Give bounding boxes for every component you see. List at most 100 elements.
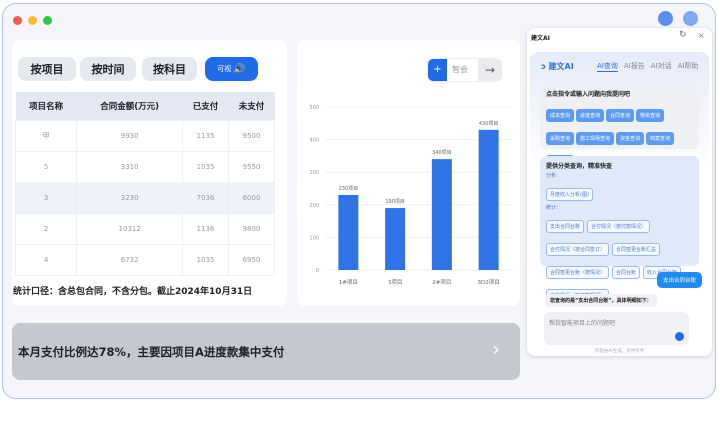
voice-icon: 🔊 (233, 63, 246, 75)
query-chip[interactable]: 月度收入分析(图) (546, 188, 593, 201)
table-cell: 9550 (228, 150, 275, 183)
query-chip[interactable]: 合同签更台账（按情况） (546, 266, 610, 279)
minimize-dot[interactable] (28, 16, 37, 25)
by-project-button[interactable]: 按项目 (18, 57, 76, 81)
question-input[interactable]: 帮我智能项目上的问题吧 (544, 312, 689, 345)
insight-banner[interactable]: 本月支付比例达78%，主要因项目A进度款集中支付 › (12, 323, 520, 380)
close-icon[interactable]: × (698, 31, 705, 40)
ai-footer: 内容由AI生成，仅供参考 (594, 349, 645, 354)
table-row[interactable]: 3 3230 7036 6000 (14, 181, 275, 214)
user-message: 支出合同台账 (656, 272, 702, 288)
stats-label: 统计： (546, 205, 562, 211)
table-cell: 3230 (76, 181, 184, 214)
table-cell: 10312 (76, 212, 184, 245)
chart-toolbar: + 智会 → (428, 59, 502, 81)
category-box: 提供分类查询，精准快查 分析： 月度收入分析(图) 统计： 支出合同台账 合付情况… (540, 156, 699, 302)
query-chip[interactable]: 合同台账 (612, 266, 641, 279)
bar (385, 208, 406, 270)
col-header: 项目名称 (15, 92, 77, 120)
close-dot[interactable] (13, 16, 22, 25)
ai-reply: 您查询的是“支出合同台账”，具体明细如下： (545, 294, 657, 307)
avatar[interactable] (683, 11, 698, 26)
menu-icon[interactable] (658, 11, 673, 26)
query-chip[interactable]: 支出合同台账 (546, 220, 585, 233)
query-chip[interactable]: 合同查询 (606, 109, 635, 122)
data-label: 230项目 (339, 186, 359, 192)
category-box-title: 提供分类查询，精准快查 (546, 163, 613, 170)
y-tick-label: 400 (309, 138, 319, 144)
query-chip[interactable]: 成本查询 (546, 109, 575, 122)
x-tick-label: 2#项目 (432, 279, 451, 286)
query-chip[interactable]: 合付情况（按付款情况） (587, 220, 651, 233)
query-chip[interactable]: 进度查询 (576, 109, 605, 122)
table-cell: 9930 (76, 119, 184, 152)
ai-panel: 建文AI ↻ × ↄ 建文AI AI查询 AI报告 AI对话 AI帮助 点击指令… (527, 28, 712, 356)
by-subject-button[interactable]: 按科目 (142, 57, 197, 81)
y-tick-label: 300 (309, 170, 319, 176)
analysis-label: 分析： (546, 173, 562, 179)
table-cell: 9500 (228, 119, 275, 152)
table-cell: 6732 (76, 243, 184, 276)
y-tick-label: 0 (316, 268, 319, 274)
chevron-right-icon[interactable]: › (492, 337, 500, 361)
send-icon[interactable] (675, 332, 684, 341)
data-label: 340项目 (432, 150, 452, 156)
chart-mode-label: 智会 (452, 65, 468, 74)
maximize-dot[interactable] (43, 16, 52, 25)
voice-button[interactable]: 可视 🔊 (205, 57, 258, 81)
query-chip[interactable]: 档案查询 (646, 132, 675, 145)
arrow-right-icon[interactable]: → (478, 59, 502, 81)
y-tick-label: 100 (309, 235, 319, 241)
ai-tabs: AI查询 AI报告 AI对话 AI帮助 (597, 61, 698, 72)
x-tick-label: 1#项目 (339, 279, 358, 286)
tab-ai-report[interactable]: AI报告 (624, 61, 645, 72)
command-box: 点击指令或输入问题向我提问吧 成本查询 进度查询 合同查询 物资查询采购查询 施工现场查… (540, 84, 699, 168)
add-button[interactable]: + (428, 59, 447, 81)
table-cell: 7036 (182, 181, 230, 214)
ai-panel-title: 建文AI (531, 35, 550, 42)
command-box-title: 点击指令或输入问题向我提问吧 (546, 91, 631, 98)
y-tick-label: 200 (309, 203, 319, 209)
table-cell: 6000 (228, 181, 275, 214)
x-tick-label: 3项目 (388, 279, 403, 286)
bar (338, 195, 359, 270)
table-cell: 3 (14, 181, 78, 214)
bar (478, 129, 499, 270)
table-cell: 甲 (14, 119, 78, 152)
by-time-button[interactable]: 按时间 (80, 57, 136, 81)
table-cell: 2 (14, 212, 78, 245)
table-row[interactable]: 4 6732 1035 6950 (14, 243, 275, 276)
table-cell: 6950 (228, 243, 275, 276)
table-cell: 5 (14, 150, 78, 183)
tab-ai-chat[interactable]: AI对话 (651, 61, 672, 72)
query-chip[interactable]: 合付情况（按合同签订） (546, 243, 610, 256)
col-header: 合同金额(万元) (76, 92, 183, 120)
query-chip[interactable]: 施工现场查询 (576, 132, 615, 145)
ai-logo: ↄ 建文AI (541, 62, 574, 71)
voice-label: 可视 (217, 65, 232, 73)
query-chip[interactable]: 合同签更台账汇总 (612, 243, 661, 256)
banner-text: 本月支付比例达78%，主要因项目A进度款集中支付 (18, 345, 285, 359)
tab-ai-help[interactable]: AI帮助 (678, 61, 699, 72)
tab-ai-query[interactable]: AI查询 (597, 61, 618, 72)
table-row[interactable]: 5 3310 1035 9550 (14, 150, 275, 183)
table-row[interactable]: 甲 9930 1135 9500 (14, 119, 275, 152)
table-cell: 1136 (182, 212, 230, 245)
table-row[interactable]: 2 10312 1136 9800 (14, 212, 275, 245)
query-chip[interactable]: 物资查询 (636, 109, 665, 122)
data-table: 项目名称 合同金额(万元) 已支付 未支付 甲 9930 1135 9500 5 3310… (14, 92, 275, 276)
table-cell: 3310 (76, 150, 184, 183)
ai-logo-icon: ↄ (541, 62, 546, 71)
data-label: 430项目 (479, 121, 499, 127)
refresh-icon[interactable]: ↻ (679, 30, 687, 40)
bar-chart: 0 100 200 300 400 500 230项目 1#项目 190项目 3项目 340项目 2#… (309, 105, 512, 286)
y-tick-label: 500 (309, 105, 319, 111)
table-cell: 1035 (182, 150, 230, 183)
stat-note: 统计口径：含总包合同，不含分包。截止2024年10月31日 (13, 287, 253, 297)
bar (431, 159, 452, 270)
query-chip[interactable]: 资金查询 (616, 132, 645, 145)
table-cell: 4 (14, 243, 78, 276)
col-header: 已支付 (182, 92, 229, 120)
x-tick-label: 3D2项目 (478, 279, 500, 286)
query-chip[interactable]: 采购查询 (546, 132, 575, 145)
